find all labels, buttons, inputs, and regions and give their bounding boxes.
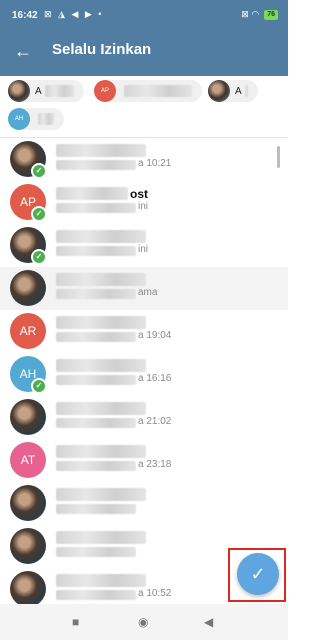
redacted-name (244, 85, 248, 97)
avatar: AR (10, 313, 46, 349)
last-seen: a 19:04 (138, 330, 172, 341)
redacted-status (56, 375, 136, 385)
redacted-name (56, 230, 146, 243)
redacted-name (56, 273, 146, 286)
contact-row[interactable]: AH ✓ a 16:16 (0, 353, 288, 396)
contact-list[interactable]: ✓ a 10:21 AP ✓ ost ini ✓ ini ama AR a 19:04 AH ✓ a 16… (0, 138, 288, 604)
contact-row[interactable] (0, 482, 288, 525)
redacted-status (56, 504, 136, 514)
redacted-name (56, 531, 146, 544)
last-seen: a 10:52 (138, 588, 172, 599)
redacted-name (56, 359, 146, 372)
scrollbar[interactable] (277, 146, 280, 168)
redacted-name (56, 187, 128, 200)
contact-row[interactable]: AT a 23:18 (0, 439, 288, 482)
battery-icon: 76 (264, 9, 278, 20)
chip-label: A (35, 85, 42, 97)
status-bar: 16:42 ⊠ ◮ ◀ ▶ • ⊠ ◠ 76 (0, 0, 288, 30)
check-badge-icon: ✓ (31, 163, 47, 179)
redacted-name (56, 316, 146, 329)
last-seen: a 23:18 (138, 459, 172, 470)
avatar: AP (94, 80, 116, 102)
check-badge-icon: ✓ (31, 249, 47, 265)
redacted-status (56, 547, 136, 557)
app-bar: ← Selalu Izinkan (0, 30, 288, 76)
avatar (8, 80, 30, 102)
avatar: AH (8, 108, 30, 130)
check-badge-icon: ✓ (31, 378, 47, 394)
redacted-status (56, 203, 136, 213)
avatar (10, 485, 46, 521)
contact-name: ost (130, 187, 148, 201)
avatar (208, 80, 230, 102)
redacted-name (124, 85, 192, 97)
confirm-button[interactable]: ✓ (237, 553, 279, 595)
system-nav-bar: ■ ◉ ◀ (0, 604, 288, 640)
last-seen: ini (138, 201, 149, 212)
redacted-status (56, 590, 136, 600)
last-seen: ama (138, 287, 158, 298)
contact-row[interactable]: a 21:02 (0, 396, 288, 439)
redacted-status (56, 246, 136, 256)
selected-chips: A AP A AH (0, 76, 288, 138)
avatar (10, 571, 46, 604)
status-time: 16:42 (12, 10, 38, 21)
contact-chip[interactable]: A (208, 80, 258, 102)
avatar (10, 399, 46, 435)
contact-row[interactable]: ✓ ini (0, 224, 288, 267)
contact-row[interactable]: AP ✓ ost ini (0, 181, 288, 224)
redacted-name (44, 85, 74, 97)
chip-label: A (235, 85, 242, 97)
signal-icons: ⊠ ◠ (241, 9, 260, 19)
redacted-name (38, 113, 54, 125)
contact-chip[interactable]: A (8, 80, 84, 102)
last-seen: a 16:16 (138, 373, 172, 384)
avatar (10, 528, 46, 564)
header: 16:42 ⊠ ◮ ◀ ▶ • ⊠ ◠ 76 ← Selalu Izinkan (0, 0, 288, 76)
checkmark-icon: ✓ (250, 563, 266, 584)
redacted-status (56, 461, 136, 471)
redacted-status (56, 332, 136, 342)
contact-row[interactable]: ama (0, 267, 288, 310)
status-right: ⊠ ◠ 76 (241, 9, 278, 20)
last-seen: a 21:02 (138, 416, 172, 427)
recent-apps-button[interactable]: ■ (72, 615, 79, 629)
last-seen: ini (138, 244, 149, 255)
avatar (10, 270, 46, 306)
redacted-name (56, 144, 146, 157)
arrow-left-icon[interactable]: ← (10, 38, 36, 64)
redacted-status (56, 418, 136, 428)
redacted-status (56, 289, 136, 299)
avatar: AT (10, 442, 46, 478)
redacted-status (56, 160, 136, 170)
contact-chip[interactable]: AP (94, 80, 202, 102)
redacted-name (56, 488, 146, 501)
page-title: Selalu Izinkan (52, 41, 152, 58)
back-button[interactable]: ◀ (204, 615, 213, 629)
last-seen: a 10:21 (138, 158, 172, 169)
redacted-name (56, 402, 146, 415)
redacted-name (56, 574, 146, 587)
home-button[interactable]: ◉ (138, 615, 148, 629)
redacted-name (56, 445, 146, 458)
contact-row[interactable]: ✓ a 10:21 (0, 138, 288, 181)
contact-chip[interactable]: AH (8, 108, 64, 130)
notification-icons: ⊠ ◮ ◀ ▶ • (44, 9, 104, 19)
contact-row[interactable]: AR a 19:04 (0, 310, 288, 353)
check-badge-icon: ✓ (31, 206, 47, 222)
